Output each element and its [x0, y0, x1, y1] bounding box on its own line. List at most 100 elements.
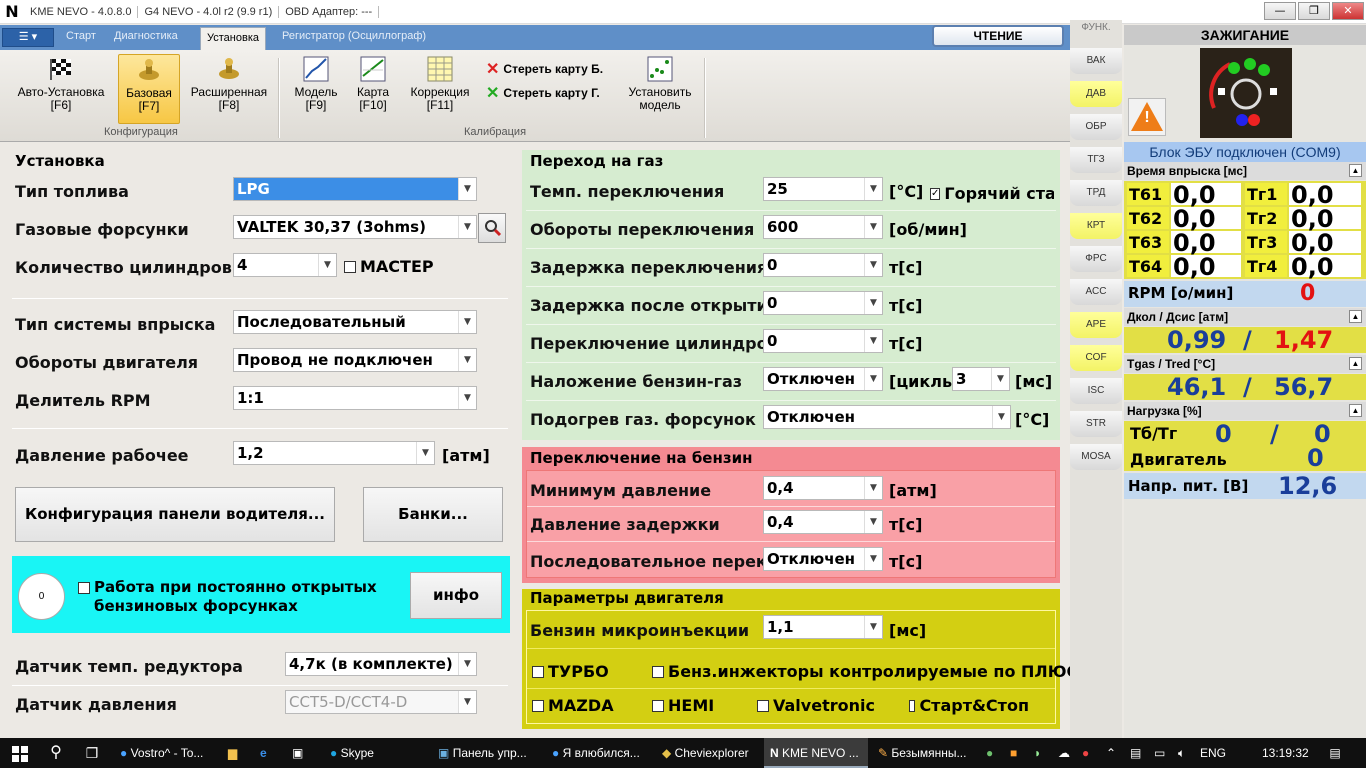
tray-icon[interactable]: ●: [986, 738, 1006, 768]
strip-frs[interactable]: ФРС: [1070, 246, 1122, 272]
overlap-select[interactable]: Отключен ▼: [763, 367, 883, 391]
pressure-delay-select[interactable]: 0,4 ▼: [763, 510, 883, 534]
fuel-type-select[interactable]: LPG ▼: [233, 177, 477, 201]
model-button[interactable]: Модель [F9]: [288, 56, 344, 122]
taskbar-item-skype[interactable]: ● Skype: [324, 738, 428, 768]
temp-title: Tgas / Tred [°C]: [1127, 357, 1216, 371]
edge-icon[interactable]: e: [260, 738, 282, 768]
base-config-button[interactable]: Базовая [F7]: [118, 54, 180, 124]
clock[interactable]: 13:19:32: [1262, 738, 1322, 768]
inj-time-header: Время впрыска [мс] ▲: [1124, 162, 1366, 180]
cloud-icon[interactable]: ☁: [1058, 738, 1078, 768]
hemi-checkbox[interactable]: HEMI: [652, 696, 714, 715]
strip-vak[interactable]: ВАК: [1070, 48, 1122, 74]
seq-switch-select[interactable]: Отключен ▼: [763, 547, 883, 571]
rpm-divider-select[interactable]: 1:1 ▼: [233, 386, 477, 410]
maximize-button[interactable]: ❐: [1298, 2, 1330, 20]
tray-icon[interactable]: ■: [1010, 738, 1030, 768]
language-indicator[interactable]: ENG: [1200, 738, 1232, 768]
mazda-checkbox[interactable]: MAZDA: [532, 696, 614, 715]
store-icon[interactable]: ▣: [292, 738, 314, 768]
app-menu-button[interactable]: ☰ ▾: [2, 28, 54, 47]
master-checkbox[interactable]: МАСТЕР: [344, 257, 434, 276]
correction-button[interactable]: Коррекция [F11]: [402, 56, 478, 122]
banks-button[interactable]: Банки...: [363, 487, 503, 542]
switch-temp-select[interactable]: 25 ▼: [763, 177, 883, 201]
notifications-icon[interactable]: ▤: [1320, 738, 1350, 768]
plus-injectors-checkbox[interactable]: Бенз.инжекторы контролируемые по ПЛЮСУ: [652, 662, 1091, 681]
injector-search-button[interactable]: [478, 213, 506, 243]
taskbar-item-control-panel[interactable]: ▣ Панель упр...: [432, 738, 544, 768]
collapse-icon[interactable]: ▲: [1349, 164, 1362, 177]
strip-tgz[interactable]: ТГЗ: [1070, 147, 1122, 173]
close-button[interactable]: ✕: [1332, 2, 1364, 20]
tab-diagnostics[interactable]: Диагностика: [114, 30, 178, 42]
taskbar-item-cheviexplorer[interactable]: ◆ Cheviexplorer: [656, 738, 760, 768]
cylinders-select[interactable]: 4 ▼: [233, 253, 337, 277]
tab-recorder[interactable]: Регистратор (Осциллограф): [282, 30, 426, 42]
tab-install[interactable]: Установка: [200, 27, 266, 50]
set-model-button[interactable]: Установить модель: [622, 56, 698, 122]
auto-install-button[interactable]: Авто-Установка [F6]: [8, 56, 114, 122]
taskbar-label: Безымянны...: [891, 746, 967, 760]
open-injectors-checkbox[interactable]: Работа при постоянно открытых бензиновых…: [78, 578, 398, 616]
strip-ass[interactable]: АСС: [1070, 279, 1122, 305]
read-button[interactable]: ЧТЕНИЕ: [932, 25, 1064, 47]
strip-are[interactable]: АРЕ: [1070, 312, 1122, 338]
warning-button[interactable]: !: [1128, 98, 1166, 136]
strip-krt[interactable]: КРТ: [1070, 213, 1122, 239]
strip-obr[interactable]: ОБР: [1070, 114, 1122, 140]
checkbox-box: [344, 260, 356, 273]
switch-rpm-select[interactable]: 600 ▼: [763, 215, 883, 239]
erase-map-b-button[interactable]: ✕ Стереть карту Б.: [486, 59, 603, 79]
folder-icon[interactable]: ▆: [228, 738, 250, 768]
switch-delay-value: 0: [767, 256, 778, 274]
start-stop-checkbox[interactable]: Старт&Стоп: [909, 696, 1029, 715]
valvetronic-checkbox[interactable]: Valvetronic: [757, 696, 875, 715]
strip-cof[interactable]: COF: [1070, 345, 1122, 371]
start-button[interactable]: [0, 738, 40, 768]
turbo-checkbox[interactable]: ТУРБО: [532, 662, 609, 681]
heating-select[interactable]: Отключен ▼: [763, 405, 1011, 429]
delay-after-open-select[interactable]: 0 ▼: [763, 291, 883, 315]
erase-map-g-button[interactable]: ✕ Стереть карту Г.: [486, 83, 600, 103]
hot-start-checkbox[interactable]: ✓Горячий стар: [930, 184, 1054, 203]
rpm-source-select[interactable]: Провод не подключен ▼: [233, 348, 477, 372]
network-icon[interactable]: ▤: [1130, 738, 1150, 768]
collapse-icon[interactable]: ▲: [1349, 310, 1362, 323]
cycles-select[interactable]: 3 ▼: [952, 367, 1010, 391]
reducer-temp-select[interactable]: 4,7к (в комплекте) ▼: [285, 652, 477, 676]
info-button[interactable]: инфо: [410, 572, 502, 619]
task-view-icon[interactable]: ❐: [76, 738, 108, 768]
battery-icon[interactable]: ▭: [1154, 738, 1174, 768]
work-pressure-select[interactable]: 1,2 ▼: [233, 441, 435, 465]
micro-inj-select[interactable]: 1,1 ▼: [763, 615, 883, 639]
taskbar-item-chrome[interactable]: ● Vostro^ - To...: [114, 738, 224, 768]
search-icon[interactable]: ⚲: [40, 738, 72, 768]
taskbar-item-browser[interactable]: ● Я влюбился...: [546, 738, 652, 768]
extended-config-button[interactable]: Расширенная [F8]: [184, 56, 274, 122]
pressure-sensor-select[interactable]: CCT5-D/CCT4-D ▼: [285, 690, 477, 714]
strip-trd[interactable]: ТРД: [1070, 180, 1122, 206]
collapse-icon[interactable]: ▲: [1349, 404, 1362, 417]
tray-icon[interactable]: ●: [1082, 738, 1102, 768]
driver-panel-config-button[interactable]: Конфигурация панели водителя...: [15, 487, 335, 542]
strip-isc[interactable]: ISC: [1070, 378, 1122, 404]
map-button[interactable]: Карта [F10]: [348, 56, 398, 122]
strip-mosa[interactable]: MOSA: [1070, 444, 1122, 470]
strip-dav[interactable]: ДАВ: [1070, 81, 1122, 107]
strip-str[interactable]: STR: [1070, 411, 1122, 437]
collapse-icon[interactable]: ▲: [1349, 357, 1362, 370]
minimize-button[interactable]: —: [1264, 2, 1296, 20]
tab-start[interactable]: Старт: [66, 30, 96, 42]
taskbar-item-kme-nevo[interactable]: N KME NEVO ...: [764, 738, 868, 768]
min-pressure-select[interactable]: 0,4 ▼: [763, 476, 883, 500]
inj-system-select[interactable]: Последовательный ▼: [233, 310, 477, 334]
taskbar-item-paint[interactable]: ✎ Безымянны...: [872, 738, 978, 768]
cyl-switch-select[interactable]: 0 ▼: [763, 329, 883, 353]
tray-icon[interactable]: ◗: [1034, 738, 1054, 768]
tray-up-icon[interactable]: ⌃: [1106, 738, 1126, 768]
switch-delay-select[interactable]: 0 ▼: [763, 253, 883, 277]
injectors-select[interactable]: VALTEK 30,37 (3ohms) ▼: [233, 215, 477, 239]
volume-icon[interactable]: 🔈︎: [1178, 738, 1198, 768]
